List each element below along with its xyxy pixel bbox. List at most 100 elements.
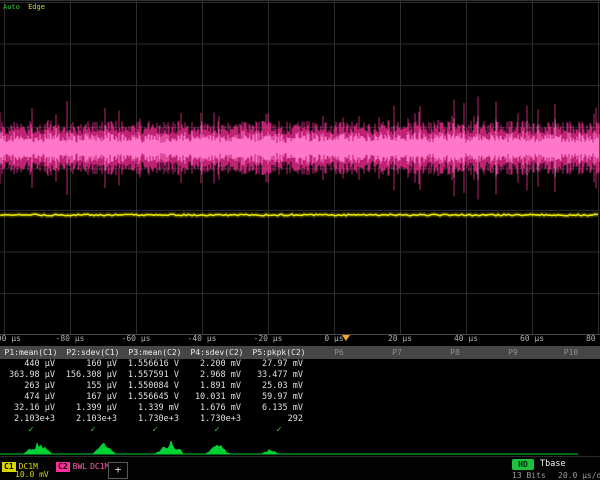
stat-value bbox=[368, 359, 426, 370]
stat-value: 25.03 mV bbox=[248, 381, 310, 392]
stat-value: 363.98 µV bbox=[0, 370, 62, 381]
channel2-descriptor[interactable]: C2BWLDC1M bbox=[56, 458, 112, 469]
bottom-bar: C1DC1M 10.0 mV C2BWLDC1M + HD Tbase 13 B… bbox=[0, 456, 600, 480]
param-header[interactable]: P6 bbox=[310, 346, 368, 359]
param-header[interactable]: P9 bbox=[484, 346, 542, 359]
stat-value bbox=[426, 381, 484, 392]
time-tick: -60 µs bbox=[122, 334, 151, 343]
status-check-icon bbox=[368, 425, 426, 436]
stat-value: 292 bbox=[248, 414, 310, 425]
stat-value: 1.891 mV bbox=[186, 381, 248, 392]
histicons bbox=[0, 436, 600, 456]
time-tick: -20 µs bbox=[254, 334, 283, 343]
histicon-path bbox=[23, 440, 279, 454]
time-tick: 20 µs bbox=[388, 334, 412, 343]
stat-value: 263 µV bbox=[0, 381, 62, 392]
add-trace-button[interactable]: + bbox=[108, 462, 128, 479]
stat-value: 156.308 µV bbox=[62, 370, 124, 381]
status-check-icon: ✓ bbox=[186, 425, 248, 436]
stat-value: 474 µV bbox=[0, 392, 62, 403]
param-header[interactable]: P1:mean(C1) bbox=[0, 346, 62, 359]
stat-value: 2.103e+3 bbox=[62, 414, 124, 425]
hd-badge: HD bbox=[512, 459, 534, 470]
c1-line1: C1DC1M bbox=[2, 458, 49, 469]
c2-coupling: DC1M bbox=[90, 462, 109, 471]
param-header[interactable]: P4:sdev(C2) bbox=[186, 346, 248, 359]
stat-value: 1.557591 V bbox=[124, 370, 186, 381]
trigger-position-marker[interactable] bbox=[342, 335, 350, 341]
stat-row-sdev: 32.16 µV1.399 µV1.339 mV1.676 mV6.135 mV bbox=[0, 403, 600, 414]
stat-value bbox=[426, 414, 484, 425]
time-tick: -100 µs bbox=[0, 334, 21, 343]
stat-value: 1.730e+3 bbox=[186, 414, 248, 425]
measurement-table: P1:mean(C1)P2:sdev(C1)P3:mean(C2)P4:sdev… bbox=[0, 346, 600, 436]
stat-value: 59.97 mV bbox=[248, 392, 310, 403]
stat-value: 32.16 µV bbox=[0, 403, 62, 414]
time-tick: -80 µs bbox=[56, 334, 85, 343]
status-check-icon: ✓ bbox=[0, 425, 62, 436]
stat-value bbox=[484, 414, 542, 425]
time-tick: -40 µs bbox=[188, 334, 217, 343]
acquisition-status[interactable]: Auto bbox=[3, 3, 20, 11]
stat-row-value: 440 µV160 µV1.556616 V2.200 mV27.97 mV bbox=[0, 359, 600, 370]
stat-value bbox=[542, 370, 600, 381]
adc-bits: 13 Bits bbox=[512, 471, 546, 480]
stat-value bbox=[310, 359, 368, 370]
stat-value bbox=[484, 359, 542, 370]
stat-value bbox=[310, 370, 368, 381]
status-bar: Auto Edge bbox=[3, 3, 45, 11]
c2-bwl: BWL bbox=[73, 462, 87, 471]
stat-value bbox=[310, 403, 368, 414]
stat-value: 27.97 mV bbox=[248, 359, 310, 370]
stat-value bbox=[368, 392, 426, 403]
stat-value bbox=[484, 403, 542, 414]
status-check-icon: ✓ bbox=[124, 425, 186, 436]
stat-value bbox=[368, 414, 426, 425]
channel1-descriptor[interactable]: C1DC1M 10.0 mV bbox=[2, 458, 49, 480]
stat-value: 1.556616 V bbox=[124, 359, 186, 370]
stat-value: 33.477 mV bbox=[248, 370, 310, 381]
stat-value: 1.730e+3 bbox=[124, 414, 186, 425]
c2-line1: C2BWLDC1M bbox=[56, 458, 112, 469]
stat-value: 1.399 µV bbox=[62, 403, 124, 414]
stat-value bbox=[368, 381, 426, 392]
stat-value bbox=[310, 414, 368, 425]
oscilloscope-screen: Auto Edge -100 µs -80 µs -60 µs -40 µs -20 µ… bbox=[0, 0, 600, 480]
measure-header-row: P1:mean(C1)P2:sdev(C1)P3:mean(C2)P4:sdev… bbox=[0, 346, 600, 359]
timebase-label[interactable]: Tbase bbox=[540, 459, 566, 469]
c2-badge: C2 bbox=[56, 462, 70, 472]
param-header[interactable]: P5:pkpk(C2) bbox=[248, 346, 310, 359]
stat-value: 155 µV bbox=[62, 381, 124, 392]
time-tick: 0 µs bbox=[324, 334, 343, 343]
stat-value bbox=[426, 392, 484, 403]
c1-badge: C1 bbox=[2, 462, 16, 472]
stat-value: 1.676 mV bbox=[186, 403, 248, 414]
measure-body: 440 µV160 µV1.556616 V2.200 mV27.97 mV36… bbox=[0, 359, 600, 425]
stat-value bbox=[484, 381, 542, 392]
stat-value bbox=[542, 392, 600, 403]
stat-value bbox=[310, 381, 368, 392]
stat-value: 10.031 mV bbox=[186, 392, 248, 403]
stat-value: 1.339 mV bbox=[124, 403, 186, 414]
param-header[interactable]: P7 bbox=[368, 346, 426, 359]
status-check-icon: ✓ bbox=[62, 425, 124, 436]
param-header[interactable]: P2:sdev(C1) bbox=[62, 346, 124, 359]
param-header[interactable]: P10 bbox=[542, 346, 600, 359]
time-tick: 40 µs bbox=[454, 334, 478, 343]
status-check-icon bbox=[310, 425, 368, 436]
status-check-icon: ✓ bbox=[248, 425, 310, 436]
status-check-icon bbox=[484, 425, 542, 436]
stat-value bbox=[542, 359, 600, 370]
status-check-icon bbox=[426, 425, 484, 436]
stat-value bbox=[542, 403, 600, 414]
stat-value bbox=[368, 370, 426, 381]
stat-value bbox=[426, 403, 484, 414]
param-header[interactable]: P3:mean(C2) bbox=[124, 346, 186, 359]
trigger-status[interactable]: Edge bbox=[28, 3, 45, 11]
stat-value: 440 µV bbox=[0, 359, 62, 370]
stat-row-num: 2.103e+32.103e+31.730e+31.730e+3292 bbox=[0, 414, 600, 425]
stat-value: 167 µV bbox=[62, 392, 124, 403]
waveform-display bbox=[0, 0, 600, 333]
param-header[interactable]: P8 bbox=[426, 346, 484, 359]
time-tick: 60 µs bbox=[520, 334, 544, 343]
